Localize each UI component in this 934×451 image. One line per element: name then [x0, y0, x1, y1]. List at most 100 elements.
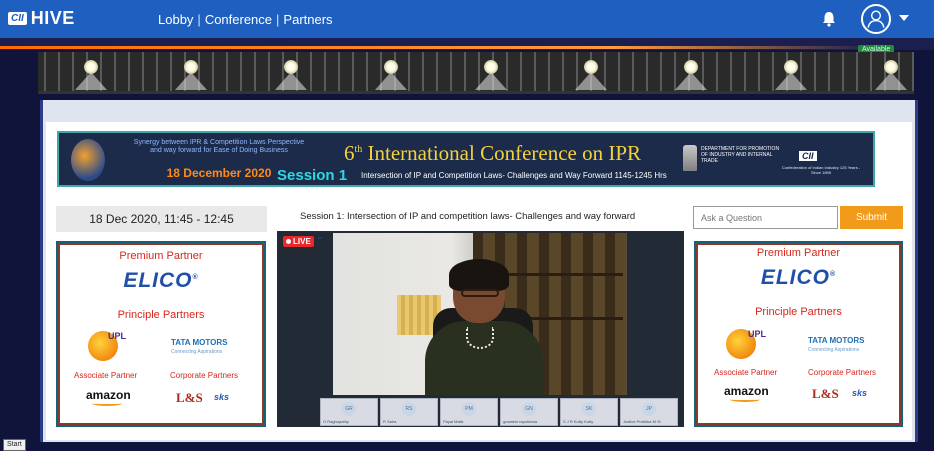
nav-separator: |: [276, 12, 280, 27]
light-beam: [75, 72, 107, 90]
participant-initials: RS: [402, 402, 416, 416]
amazon-smile-icon: [92, 401, 122, 406]
registered-mark: ®: [192, 274, 199, 281]
banner-subtitle: Intersection of IP and Competition Laws-…: [361, 171, 667, 180]
stage-light-icon: [584, 60, 598, 74]
registered-mark: ®: [830, 271, 837, 278]
bell-icon[interactable]: [820, 10, 838, 28]
amazon-logo[interactable]: amazon: [86, 388, 131, 402]
participant-strip: GR G Raghupathy RS R Saha PM Payal Malik GN gow…: [320, 398, 678, 426]
cii-logo: CII: [799, 151, 817, 161]
user-avatar-icon[interactable]: [861, 4, 891, 34]
participant-initials: GN: [522, 402, 536, 416]
participant-tile[interactable]: GN gowatmi rapohtana: [500, 398, 558, 426]
participant-initials: PM: [462, 402, 476, 416]
partners-card-right: Premium Partner ELICO® Principle Partner…: [694, 241, 903, 427]
speaker-necklace: [466, 327, 494, 349]
associate-partner-label: Associate Partner: [714, 368, 778, 377]
stage-light-icon: [384, 60, 398, 74]
sks-logo[interactable]: sks: [852, 388, 867, 398]
elico-name: ELICO: [760, 266, 830, 289]
premium-partner-label: Premium Partner: [119, 250, 203, 262]
light-beam: [675, 72, 707, 90]
title-number: 6: [344, 141, 355, 165]
nav-separator: |: [197, 12, 201, 27]
participant-name: Payal Malik: [443, 419, 464, 424]
participant-tile[interactable]: JP Justice Prathiba M Si: [620, 398, 678, 426]
live-badge: LIVE: [283, 236, 314, 247]
light-beam: [375, 72, 407, 90]
stage-light-icon: [784, 60, 798, 74]
banner-session: Session 1: [277, 167, 348, 184]
dept-name: DEPARTMENT FOR PROMOTION OF INDUSTRY AND…: [701, 146, 780, 164]
logo-text: HIVE: [30, 8, 75, 28]
nav-partners[interactable]: Partners: [283, 12, 332, 27]
tata-tagline: Connecting Aspirations: [808, 347, 860, 353]
speaker-video: [333, 233, 627, 395]
amazon-logo[interactable]: amazon: [724, 384, 769, 398]
submit-question-button[interactable]: Submit: [840, 206, 903, 229]
session-datetime: 18 Dec 2020, 11:45 - 12:45: [56, 206, 267, 232]
cii-tagline: Confederation of Indian Industry 125 Yea…: [781, 165, 861, 175]
elico-logo[interactable]: ELICO®: [696, 266, 901, 290]
participant-tile[interactable]: GR G Raghupathy: [320, 398, 378, 426]
light-beam: [275, 72, 307, 90]
logo-badge: CII: [8, 12, 27, 25]
nav-lobby[interactable]: Lobby: [158, 12, 193, 27]
progress-line: [0, 46, 880, 49]
corporate-partners-label: Corporate Partners: [808, 368, 877, 377]
participant-tile[interactable]: SK S J R Kutty Kutty: [560, 398, 618, 426]
amazon-smile-icon: [730, 397, 760, 402]
participant-initials: JP: [642, 402, 656, 416]
session-title: Session 1: Intersection of IP and compet…: [300, 211, 636, 222]
corporate-partners-label: Corporate Partners: [170, 371, 239, 380]
light-beam: [475, 72, 507, 90]
tata-motors-logo[interactable]: TATA MOTORS: [808, 336, 864, 345]
participant-name: gowatmi rapohtana: [503, 419, 538, 424]
premium-partner-label: Premium Partner: [756, 247, 841, 259]
participant-name: R Saha: [383, 419, 397, 424]
stage-light-icon: [484, 60, 498, 74]
ls-logo[interactable]: L&S: [176, 390, 203, 406]
principle-partners-label: Principle Partners: [117, 309, 205, 321]
participant-initials: SK: [582, 402, 596, 416]
stage-light-icon: [84, 60, 98, 74]
ask-question-input[interactable]: [693, 206, 838, 229]
conference-banner: Synergy between IPR & Competition Laws P…: [57, 131, 875, 187]
ls-logo[interactable]: L&S: [812, 386, 839, 402]
tata-tagline: Connecting Aspirations: [171, 349, 223, 355]
top-navbar: CII HIVE Lobby | Conference | Partners: [0, 0, 934, 38]
tata-motors-logo[interactable]: TATA MOTORS: [171, 338, 227, 347]
upl-logo-text: UPL: [108, 331, 126, 341]
title-text: International Conference on IPR: [362, 141, 642, 165]
main-nav: Lobby | Conference | Partners: [158, 12, 333, 27]
elico-logo[interactable]: ELICO®: [58, 269, 264, 293]
upl-logo-text: UPL: [748, 329, 766, 339]
live-label: LIVE: [293, 237, 311, 246]
banner-title: 6th International Conference on IPR: [344, 141, 641, 166]
stage-light-icon: [684, 60, 698, 74]
light-beam: [575, 72, 607, 90]
participant-name: Justice Prathiba M Si: [623, 419, 661, 424]
start-button[interactable]: Start: [3, 439, 26, 451]
hive-lobby-screen: { "header": { "logo_badge": "CII", "logo…: [0, 0, 934, 451]
emblem-icon: [683, 145, 697, 171]
light-beam: [875, 72, 907, 90]
stream-tag: [318, 237, 322, 239]
elico-name: ELICO: [123, 269, 193, 292]
partners-card-left: Premium Partner ELICO® Principle Partner…: [56, 241, 266, 427]
light-beam: [175, 72, 207, 90]
nav-conference[interactable]: Conference: [205, 12, 272, 27]
participant-tile[interactable]: PM Payal Malik: [440, 398, 498, 426]
live-dot-icon: [286, 239, 291, 244]
principle-partners-label: Principle Partners: [755, 306, 842, 318]
banner-theme: Synergy between IPR & Competition Laws P…: [133, 139, 305, 154]
stage-light-icon: [884, 60, 898, 74]
associate-partner-label: Associate Partner: [74, 371, 138, 380]
speaker-hair: [449, 259, 509, 291]
participant-initials: GR: [342, 402, 356, 416]
hive-logo[interactable]: CII HIVE: [8, 8, 75, 29]
chevron-down-icon[interactable]: [899, 15, 909, 21]
sks-logo[interactable]: sks: [214, 392, 229, 402]
participant-tile[interactable]: RS R Saha: [380, 398, 438, 426]
